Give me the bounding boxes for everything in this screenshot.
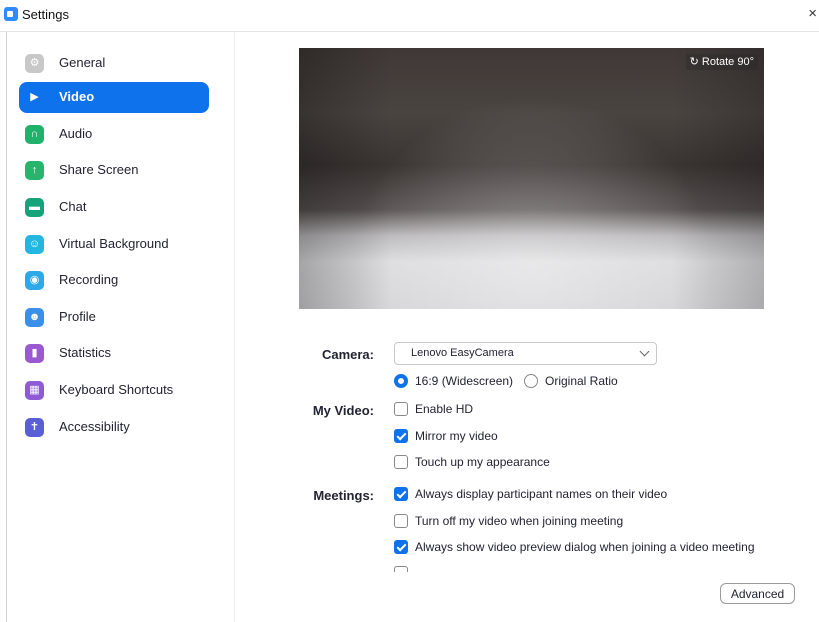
chevron-down-icon <box>639 346 650 357</box>
checkbox-unchecked[interactable] <box>394 566 408 572</box>
display-names-checkbox[interactable]: Always display participant names on thei… <box>394 486 694 504</box>
sidebar-item-label: Recording <box>59 272 119 287</box>
close-icon[interactable]: × <box>808 5 817 22</box>
sidebar-item-statistics[interactable]: ▮ Statistics <box>19 338 209 369</box>
sidebar-item-label: Profile <box>59 309 96 324</box>
my-video-label: My Video: <box>312 403 374 418</box>
touch-up-checkbox[interactable]: Touch up my appearance <box>394 454 564 472</box>
checkbox-unchecked[interactable] <box>394 402 408 416</box>
sidebar-item-general[interactable]: ⚙ General <box>19 48 209 79</box>
mirror-video-label: Mirror my video <box>415 429 498 443</box>
turn-off-video-label: Turn off my video when joining meeting <box>415 514 624 528</box>
sidebar-item-keyboard-shortcuts[interactable]: ▦ Keyboard Shortcuts <box>19 375 209 406</box>
settings-sidebar: ⚙ General ▶ Video ∩ Audio ↑ Share Screen… <box>8 32 235 622</box>
camera-label: Camera: <box>321 347 374 362</box>
meetings-label: Meetings: <box>313 488 374 503</box>
rotate-label: Rotate 90° <box>701 56 754 68</box>
recording-icon: ◉ <box>25 271 44 290</box>
preview-dialog-checkbox[interactable]: Always show video preview dialog when jo… <box>394 539 774 557</box>
sidebar-item-label: Keyboard Shortcuts <box>59 382 174 397</box>
mirror-video-checkbox[interactable]: Mirror my video <box>394 428 524 446</box>
checkbox-checked[interactable] <box>394 429 408 443</box>
camera-select[interactable]: Lenovo EasyCamera <box>394 342 657 365</box>
sidebar-item-label: Virtual Background <box>59 236 169 251</box>
sidebar-item-accessibility[interactable]: ✝ Accessibility <box>19 412 209 443</box>
display-names-label: Always display participant names on thei… <box>415 487 668 501</box>
sidebar-item-video[interactable]: ▶ Video <box>19 82 209 113</box>
title-bar: Settings × <box>0 0 819 32</box>
sidebar-item-profile[interactable]: ☻ Profile <box>19 302 209 333</box>
window-border <box>6 32 7 622</box>
preview-dialog-label: Always show video preview dialog when jo… <box>415 540 755 554</box>
sidebar-item-recording[interactable]: ◉ Recording <box>19 265 209 296</box>
sidebar-item-virtual-background[interactable]: ☺ Virtual Background <box>19 229 209 260</box>
touch-up-label: Touch up my appearance <box>415 455 550 469</box>
widescreen-radio[interactable]: 16:9 (Widescreen) <box>394 373 519 391</box>
rotate-90-button[interactable]: ↻ Rotate 90° <box>685 54 758 70</box>
statistics-icon: ▮ <box>25 344 44 363</box>
video-preview: ↻ Rotate 90° <box>299 48 764 309</box>
camera-select-value: Lenovo EasyCamera <box>411 347 514 359</box>
window-title: Settings <box>22 7 69 22</box>
enable-hd-label: Enable HD <box>415 402 474 416</box>
sidebar-item-label: Chat <box>59 199 87 214</box>
original-ratio-label: Original Ratio <box>545 374 618 388</box>
headphones-icon: ∩ <box>25 125 44 144</box>
sidebar-item-label: Video <box>59 89 95 104</box>
radio-unselected[interactable] <box>524 374 538 388</box>
widescreen-label: 16:9 (Widescreen) <box>415 374 514 388</box>
sidebar-item-label: Audio <box>59 126 93 141</box>
checkbox-checked[interactable] <box>394 487 408 501</box>
checkbox-unchecked[interactable] <box>394 514 408 528</box>
enable-hd-checkbox[interactable]: Enable HD <box>394 401 494 419</box>
turn-off-video-checkbox[interactable]: Turn off my video when joining meeting <box>394 513 644 531</box>
sidebar-item-chat[interactable]: ▬ Chat <box>19 192 209 223</box>
keyboard-icon: ▦ <box>25 381 44 400</box>
radio-selected[interactable] <box>394 374 408 388</box>
checkbox-checked[interactable] <box>394 540 408 554</box>
rotate-icon: ↻ <box>689 56 702 68</box>
sidebar-item-label: Share Screen <box>59 162 139 177</box>
partially-hidden-option-row <box>394 566 794 572</box>
advanced-button[interactable]: Advanced <box>720 583 795 604</box>
virtual-background-icon: ☺ <box>25 235 44 254</box>
zoom-app-icon <box>4 7 18 21</box>
original-ratio-radio[interactable]: Original Ratio <box>524 373 634 391</box>
video-preview-image <box>299 48 764 309</box>
sidebar-item-label: Accessibility <box>59 419 130 434</box>
video-camera-icon: ▶ <box>30 91 39 103</box>
checkbox-unchecked[interactable] <box>394 455 408 469</box>
sidebar-item-label: General <box>59 55 106 70</box>
chat-bubble-icon: ▬ <box>25 198 44 217</box>
gear-icon: ⚙ <box>25 54 44 73</box>
share-screen-icon: ↑ <box>25 161 44 180</box>
accessibility-icon: ✝ <box>25 418 44 437</box>
profile-icon: ☻ <box>25 308 44 327</box>
sidebar-item-audio[interactable]: ∩ Audio <box>19 119 209 150</box>
sidebar-item-label: Statistics <box>59 345 112 360</box>
sidebar-item-share-screen[interactable]: ↑ Share Screen <box>19 155 209 186</box>
